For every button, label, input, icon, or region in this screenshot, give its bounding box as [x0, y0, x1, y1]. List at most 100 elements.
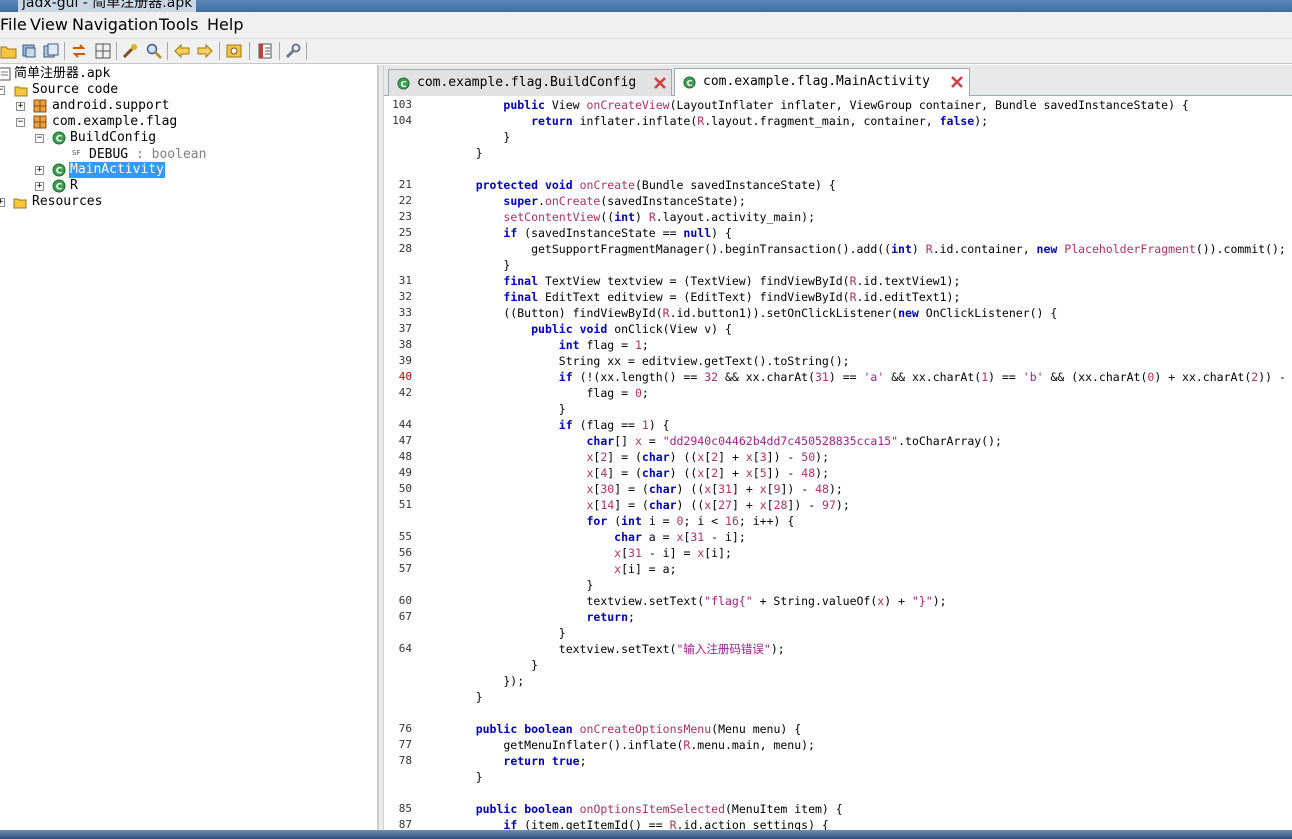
code-line[interactable]: String xx = editview.getText().toString(…	[448, 353, 850, 369]
expand-toggle[interactable]: +	[0, 198, 5, 207]
code-line[interactable]: getMenuInflater().inflate(R.menu.main, m…	[448, 737, 815, 753]
tree-label: android.support	[52, 98, 170, 113]
expand-toggle[interactable]: +	[35, 166, 44, 175]
folder-open-icon	[14, 86, 28, 97]
line-number: 103	[392, 98, 412, 111]
open-file-icon[interactable]	[0, 42, 18, 60]
forward-icon[interactable]	[196, 42, 214, 60]
code-line[interactable]: public void onClick(View v) {	[448, 321, 732, 337]
svg-text:C: C	[56, 135, 63, 145]
code-line[interactable]: });	[448, 673, 524, 689]
code-line[interactable]: }	[448, 689, 483, 705]
window-title: jadx-gui - 简单注册器.apk	[18, 0, 197, 12]
code-line[interactable]: }	[448, 657, 538, 673]
code-line[interactable]: }	[448, 145, 483, 161]
back-icon[interactable]	[173, 42, 191, 60]
menu-navigation[interactable]: Navigation	[72, 15, 158, 35]
code-line[interactable]: final TextView textview = (TextView) fin…	[448, 273, 960, 289]
code-line[interactable]: x[31 - i] = x[i];	[448, 545, 732, 561]
code-line[interactable]: }	[448, 769, 483, 785]
close-icon[interactable]	[653, 76, 667, 90]
sync-icon[interactable]	[70, 42, 88, 60]
code-line[interactable]: public boolean onCreateOptionsMenu(Menu …	[448, 721, 801, 737]
line-number: 21	[398, 178, 412, 191]
code-line[interactable]: }	[448, 577, 593, 593]
tree-label: MainActivity	[69, 162, 165, 178]
tree-field-type: : boolean	[136, 147, 207, 162]
line-number: 22	[398, 194, 412, 207]
find-usage-icon[interactable]	[225, 42, 243, 60]
export-icon[interactable]	[42, 42, 60, 60]
code-line[interactable]: public boolean onOptionsItemSelected(Men…	[448, 801, 843, 817]
apk-file-icon	[0, 67, 11, 81]
tree-label: 简单注册器.apk	[14, 66, 111, 81]
expand-toggle[interactable]: +	[35, 182, 44, 191]
svg-text:C: C	[400, 79, 406, 89]
code-line[interactable]: x[30] = (char) ((x[31] + x[9]) - 48);	[448, 481, 842, 497]
code-line[interactable]: x[i] = a;	[448, 561, 676, 577]
code-line[interactable]: char[] x = "dd2940c04462b4dd7c450528835c…	[448, 433, 1001, 449]
code-line[interactable]: flag = 0;	[448, 385, 648, 401]
code-line[interactable]: int flag = 1;	[448, 337, 649, 353]
toolbar-separator	[167, 42, 168, 60]
code-line[interactable]: if (item.getItemId() == R.id.action_sett…	[448, 817, 828, 830]
code-line[interactable]: return true;	[448, 753, 586, 769]
code-line[interactable]: return;	[448, 609, 634, 625]
menu-help[interactable]: Help	[207, 15, 243, 35]
collapse-toggle[interactable]: −	[35, 134, 44, 143]
save-all-icon[interactable]	[20, 42, 38, 60]
expand-toggle[interactable]: +	[16, 102, 25, 111]
line-number: 49	[398, 466, 412, 479]
code-line[interactable]: x[14] = (char) ((x[27] + x[28]) - 97);	[448, 497, 849, 513]
code-line[interactable]: textview.setText("flag{" + String.valueO…	[448, 593, 946, 609]
decompile-icon[interactable]	[121, 42, 139, 60]
log-icon[interactable]	[256, 42, 274, 60]
code-line[interactable]: }	[448, 401, 566, 417]
code-line[interactable]: if (savedInstanceState == null) {	[448, 225, 732, 241]
collapse-toggle[interactable]: −	[16, 118, 25, 127]
code-line[interactable]: final EditText editview = (EditText) fin…	[448, 289, 960, 305]
code-line[interactable]: }	[448, 625, 566, 641]
code-line[interactable]: }	[448, 129, 510, 145]
code-editor[interactable]: 103 104 21 22 23 25 28 31 32 33 37 38 39 40 42 44 47 48 49…	[384, 97, 1292, 830]
code-line[interactable]: }	[448, 257, 510, 273]
tree-label: Source code	[32, 82, 119, 97]
static-final-field-icon: SF	[72, 149, 80, 157]
close-icon[interactable]	[950, 75, 964, 89]
svg-text:C: C	[56, 183, 63, 193]
flatten-icon[interactable]	[94, 42, 112, 60]
code-line[interactable]: textview.setText("输入注册码错误");	[448, 641, 785, 657]
tab-buildconfig[interactable]: C com.example.flag.BuildConfig	[388, 69, 672, 96]
toolbar-separator	[116, 42, 117, 60]
tree-label: Resources	[32, 194, 103, 209]
code-line[interactable]: char a = x[31 - i];	[448, 529, 746, 545]
code-line[interactable]: if (!(xx.length() == 32 && xx.charAt(31)…	[448, 369, 1292, 385]
tree-label: DEBUG	[89, 147, 129, 162]
code-line[interactable]: if (flag == 1) {	[448, 417, 670, 433]
line-number: 87	[398, 818, 412, 830]
menu-file[interactable]: File	[0, 15, 27, 35]
search-icon[interactable]	[145, 42, 163, 60]
code-line[interactable]: x[4] = (char) ((x[2] + x[5]) - 48);	[448, 465, 829, 481]
line-number: 37	[398, 322, 412, 335]
code-line[interactable]: for (int i = 0; i < 16; i++) {	[448, 513, 794, 529]
code-line[interactable]: protected void onCreate(Bundle savedInst…	[448, 177, 836, 193]
preferences-icon[interactable]	[284, 42, 302, 60]
line-number: 44	[398, 418, 412, 431]
line-number: 57	[398, 562, 412, 575]
collapse-toggle[interactable]: −	[0, 86, 5, 95]
tab-mainactivity[interactable]: C com.example.flag.MainActivity	[674, 68, 970, 96]
svg-text:C: C	[56, 167, 63, 177]
menu-tools[interactable]: Tools	[159, 15, 198, 35]
code-line[interactable]: return inflater.inflate(R.layout.fragmen…	[448, 113, 988, 129]
code-line[interactable]: ((Button) findViewById(R.id.button1)).se…	[448, 305, 1057, 321]
class-icon: C	[52, 131, 66, 145]
code-line[interactable]: super.onCreate(savedInstanceState);	[448, 193, 745, 209]
toolbar-separator	[64, 42, 65, 60]
code-line[interactable]: x[2] = (char) ((x[2] + x[3]) - 50);	[448, 449, 829, 465]
menu-view[interactable]: View	[30, 15, 68, 35]
tab-bar: C com.example.flag.BuildConfig C com.exa…	[384, 65, 1292, 96]
code-line[interactable]: getSupportFragmentManager().beginTransac…	[448, 241, 1286, 257]
code-line[interactable]: public View onCreateView(LayoutInflater …	[448, 97, 1188, 113]
code-line[interactable]: setContentView((int) R.layout.activity_m…	[448, 209, 815, 225]
